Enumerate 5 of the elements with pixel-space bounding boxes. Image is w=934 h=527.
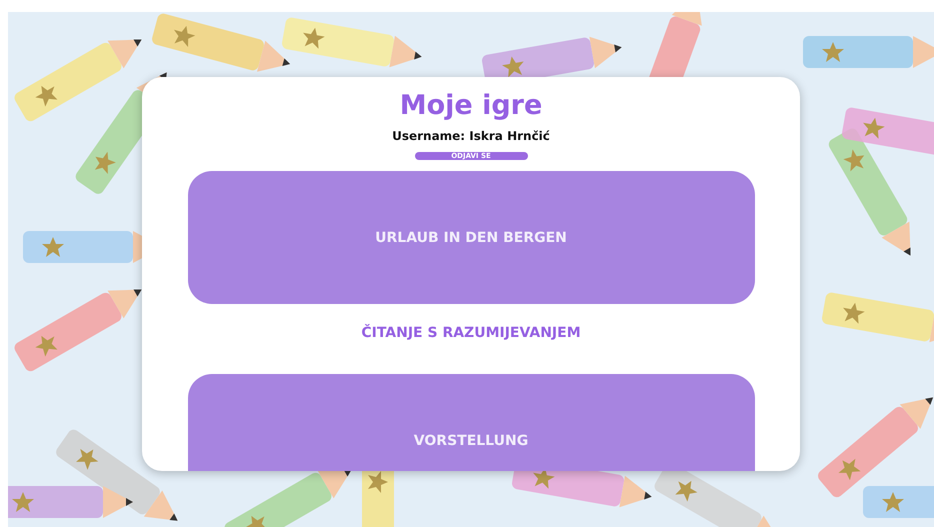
game-link[interactable]: ČITANJE S RAZUMIJEVANJEM bbox=[361, 323, 581, 343]
page-title: Moje igre bbox=[400, 89, 542, 123]
game-card[interactable]: VORSTELLUNG bbox=[188, 374, 754, 471]
game-card[interactable]: URLAUB IN DEN BERGEN bbox=[188, 171, 754, 304]
username-label: Username: Iskra Hrnčić bbox=[392, 129, 550, 143]
